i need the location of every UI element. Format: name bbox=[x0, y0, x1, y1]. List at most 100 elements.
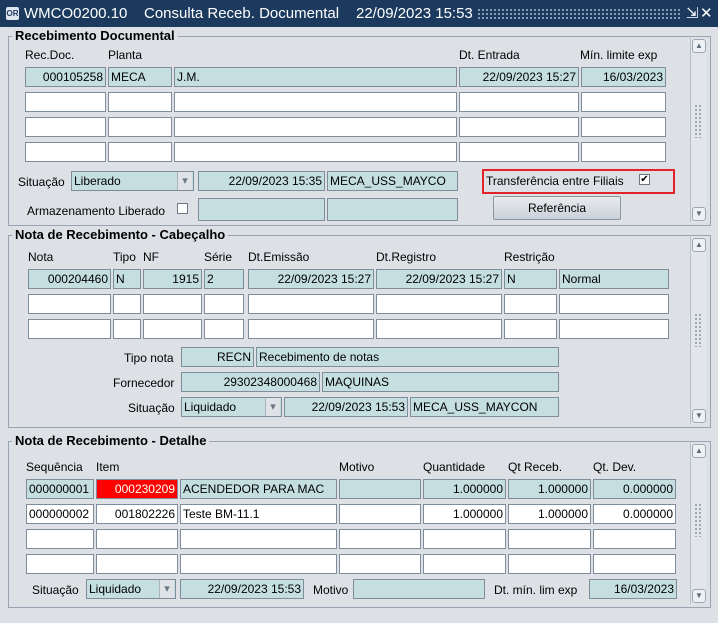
planta-desc-field[interactable] bbox=[174, 142, 457, 162]
planta-desc-field[interactable]: J.M. bbox=[174, 67, 457, 87]
item-field[interactable] bbox=[96, 554, 178, 574]
item-desc-field[interactable] bbox=[180, 554, 337, 574]
planta-desc-field[interactable] bbox=[174, 117, 457, 137]
scroll-up-icon[interactable]: ▲ bbox=[692, 238, 706, 252]
restricao-desc-field[interactable]: Normal bbox=[559, 269, 669, 289]
dt-entrada-field[interactable] bbox=[459, 117, 579, 137]
sequencia-field[interactable] bbox=[26, 554, 94, 574]
situacao-datetime-field[interactable]: 22/09/2023 15:35 bbox=[198, 171, 325, 191]
dt-entrada-field[interactable] bbox=[459, 142, 579, 162]
qt-dev-field[interactable] bbox=[593, 529, 676, 549]
min-limite-field[interactable] bbox=[581, 117, 666, 137]
cabecalho-scrollbar[interactable]: ▲ ▼ bbox=[690, 237, 706, 424]
quantidade-field[interactable]: 1.000000 bbox=[423, 479, 506, 499]
dt-registro-field[interactable] bbox=[376, 319, 502, 339]
planta-desc-field[interactable] bbox=[174, 92, 457, 112]
scroll-down-icon[interactable]: ▼ bbox=[692, 589, 706, 603]
referencia-button[interactable]: Referência bbox=[493, 196, 621, 220]
item-desc-field[interactable] bbox=[180, 529, 337, 549]
quantidade-field[interactable] bbox=[423, 529, 506, 549]
detalhe-scrollbar[interactable]: ▲ ▼ bbox=[690, 443, 706, 604]
rec-doc-field[interactable] bbox=[25, 117, 106, 137]
rec-doc-scrollbar[interactable]: ▲ ▼ bbox=[690, 38, 706, 222]
cab-situacao-select[interactable]: Liquidado bbox=[181, 397, 282, 417]
tipo-nota-code-field[interactable]: RECN bbox=[181, 347, 254, 367]
min-limite-field[interactable] bbox=[581, 92, 666, 112]
scroll-grip-icon[interactable] bbox=[694, 503, 702, 537]
tipo-field[interactable] bbox=[113, 319, 141, 339]
serie-field[interactable] bbox=[204, 319, 244, 339]
armazenamento-checkbox[interactable] bbox=[177, 203, 188, 214]
nf-field[interactable] bbox=[143, 294, 202, 314]
scroll-up-icon[interactable]: ▲ bbox=[692, 444, 706, 458]
resize-icon[interactable]: ⇲ bbox=[686, 4, 699, 22]
qt-receb-field[interactable] bbox=[508, 529, 591, 549]
qt-receb-field[interactable] bbox=[508, 554, 591, 574]
rec-doc-field[interactable] bbox=[25, 142, 106, 162]
dt-entrada-field[interactable] bbox=[459, 92, 579, 112]
dt-entrada-field[interactable]: 22/09/2023 15:27 bbox=[459, 67, 579, 87]
det-situacao-select[interactable]: Liquidado bbox=[86, 579, 176, 599]
nf-field[interactable]: 1915 bbox=[143, 269, 202, 289]
qt-receb-field[interactable]: 1.000000 bbox=[508, 479, 591, 499]
planta-field[interactable] bbox=[108, 142, 172, 162]
sequencia-field[interactable] bbox=[26, 529, 94, 549]
quantidade-field[interactable]: 1.000000 bbox=[423, 504, 506, 524]
scroll-up-icon[interactable]: ▲ bbox=[692, 39, 706, 53]
item-field[interactable] bbox=[96, 529, 178, 549]
cab-situacao-datetime-field[interactable]: 22/09/2023 15:53 bbox=[284, 397, 408, 417]
serie-field[interactable] bbox=[204, 294, 244, 314]
scroll-grip-icon[interactable] bbox=[694, 313, 702, 347]
close-icon[interactable]: ✕ bbox=[700, 4, 713, 22]
dt-emissao-field[interactable]: 22/09/2023 15:27 bbox=[248, 269, 374, 289]
motivo-field[interactable] bbox=[339, 504, 421, 524]
serie-field[interactable]: 2 bbox=[204, 269, 244, 289]
quantidade-field[interactable] bbox=[423, 554, 506, 574]
rec-doc-field[interactable] bbox=[25, 92, 106, 112]
tipo-nota-desc-field[interactable]: Recebimento de notas bbox=[256, 347, 559, 367]
dt-registro-field[interactable]: 22/09/2023 15:27 bbox=[376, 269, 502, 289]
qt-receb-field[interactable]: 1.000000 bbox=[508, 504, 591, 524]
scroll-grip-icon[interactable] bbox=[694, 104, 702, 138]
qt-dev-field[interactable] bbox=[593, 554, 676, 574]
restricao-field[interactable]: N bbox=[504, 269, 557, 289]
nf-field[interactable] bbox=[143, 319, 202, 339]
dt-min-lim-exp-field[interactable]: 16/03/2023 bbox=[589, 579, 677, 599]
item-field[interactable]: 000230209 bbox=[96, 479, 178, 499]
tipo-field[interactable]: N bbox=[113, 269, 141, 289]
motivo-field[interactable] bbox=[339, 479, 421, 499]
transferencia-checkbox[interactable]: ✔ bbox=[639, 174, 650, 185]
item-desc-field[interactable]: Teste BM-11.1 bbox=[180, 504, 337, 524]
restricao-field[interactable] bbox=[504, 294, 557, 314]
window-titlebar[interactable]: OR WMCO0200.10 Consulta Receb. Documenta… bbox=[0, 0, 718, 27]
situacao-select[interactable]: Liberado bbox=[71, 171, 194, 191]
sequencia-field[interactable]: 000000001 bbox=[26, 479, 94, 499]
dt-emissao-field[interactable] bbox=[248, 319, 374, 339]
sequencia-field[interactable]: 000000002 bbox=[26, 504, 94, 524]
qt-dev-field[interactable]: 0.000000 bbox=[593, 504, 676, 524]
restricao-desc-field[interactable] bbox=[559, 319, 669, 339]
tipo-field[interactable] bbox=[113, 294, 141, 314]
situacao-user-field[interactable]: MECA_USS_MAYCO bbox=[327, 171, 458, 191]
dt-emissao-field[interactable] bbox=[248, 294, 374, 314]
min-limite-field[interactable]: 16/03/2023 bbox=[581, 67, 666, 87]
scroll-down-icon[interactable]: ▼ bbox=[692, 207, 706, 221]
fornecedor-name-field[interactable]: MAQUINAS bbox=[322, 372, 559, 392]
cab-situacao-user-field[interactable]: MECA_USS_MAYCON bbox=[410, 397, 559, 417]
planta-field[interactable] bbox=[108, 92, 172, 112]
nota-field[interactable] bbox=[28, 319, 111, 339]
fornecedor-cnpj-field[interactable]: 29302348000468 bbox=[181, 372, 320, 392]
motivo-field[interactable] bbox=[339, 554, 421, 574]
det-situacao-datetime-field[interactable]: 22/09/2023 15:53 bbox=[180, 579, 304, 599]
nota-field[interactable] bbox=[28, 294, 111, 314]
min-limite-field[interactable] bbox=[581, 142, 666, 162]
planta-field[interactable] bbox=[108, 117, 172, 137]
det-motivo-field[interactable] bbox=[353, 579, 485, 599]
motivo-field[interactable] bbox=[339, 529, 421, 549]
restricao-desc-field[interactable] bbox=[559, 294, 669, 314]
item-field[interactable]: 001802226 bbox=[96, 504, 178, 524]
planta-field[interactable]: MECA bbox=[108, 67, 172, 87]
item-desc-field[interactable]: ACENDEDOR PARA MAC bbox=[180, 479, 337, 499]
armazenamento-field-2[interactable] bbox=[327, 198, 458, 221]
dt-registro-field[interactable] bbox=[376, 294, 502, 314]
